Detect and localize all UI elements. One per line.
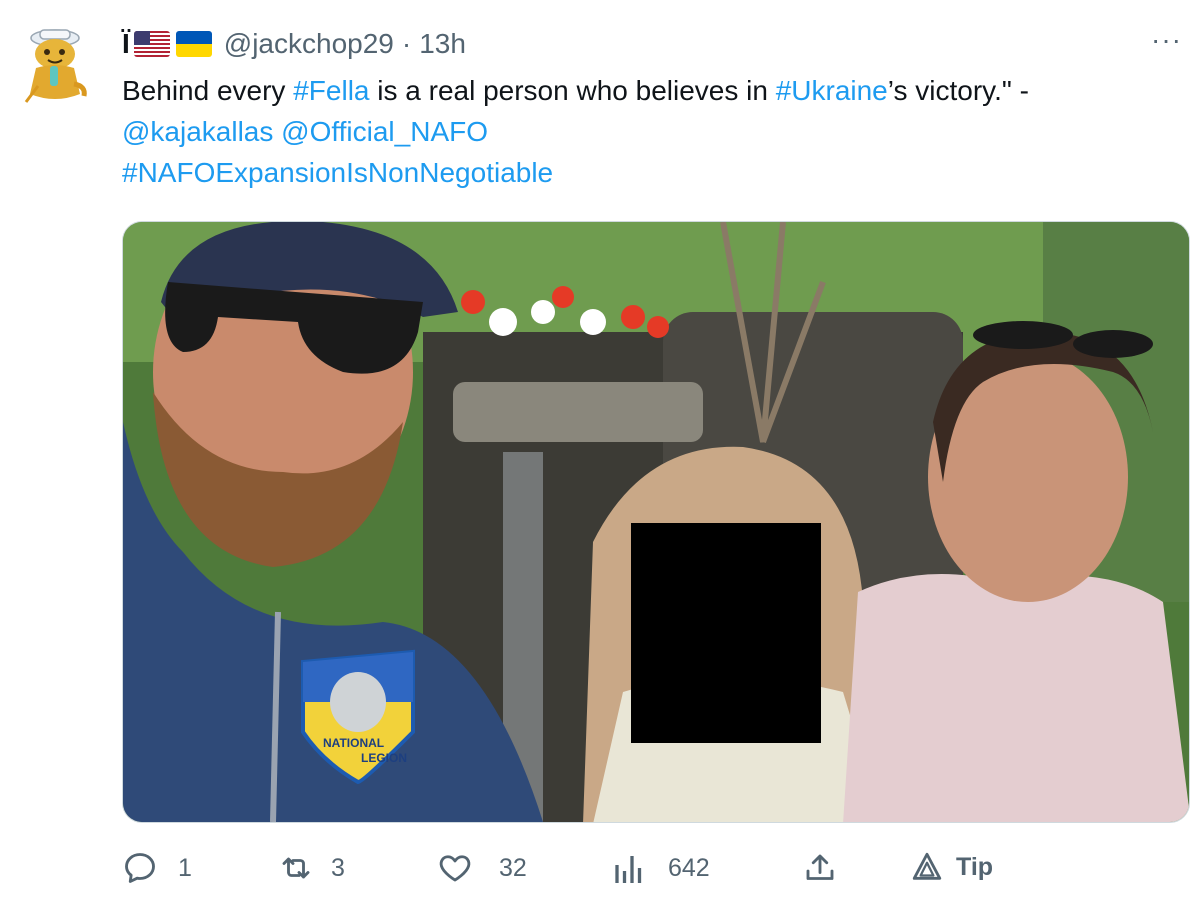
like-count: 32 bbox=[499, 853, 527, 882]
share-button[interactable] bbox=[802, 850, 838, 886]
text-segment: is a real person who believes in bbox=[369, 75, 776, 106]
hashtag-ukraine-link[interactable]: #Ukraine bbox=[776, 75, 888, 106]
text-segment: ’s victory." - bbox=[887, 75, 1029, 106]
tweet-header: Ï @jackchop29 · 13h bbox=[122, 24, 466, 64]
retweet-count: 3 bbox=[331, 853, 345, 882]
reply-count: 1 bbox=[178, 853, 192, 882]
like-button[interactable]: 32 bbox=[437, 850, 527, 886]
reply-button[interactable]: 1 bbox=[122, 850, 192, 886]
tweet[interactable]: Ï @jackchop29 · 13h ··· Behind every #Fe… bbox=[0, 0, 1200, 898]
tip-icon bbox=[912, 852, 942, 880]
views-count: 642 bbox=[668, 853, 710, 882]
more-options-button[interactable]: ··· bbox=[1151, 24, 1182, 56]
display-name[interactable]: Ï bbox=[122, 28, 130, 60]
photo-illustration: NATIONAL LEGION bbox=[123, 222, 1189, 822]
retweet-icon bbox=[282, 857, 310, 879]
mention-official-nafo-link[interactable]: @Official_NAFO bbox=[281, 116, 488, 147]
ukraine-flag-icon bbox=[175, 31, 212, 57]
avatar[interactable] bbox=[22, 24, 92, 106]
user-handle[interactable]: @jackchop29 bbox=[224, 28, 394, 60]
us-flag-icon bbox=[133, 31, 170, 57]
reply-icon bbox=[125, 853, 155, 883]
tweet-photo[interactable]: NATIONAL LEGION bbox=[122, 221, 1190, 823]
timestamp[interactable]: 13h bbox=[419, 28, 466, 60]
separator-dot: · bbox=[401, 28, 412, 59]
tweet-text: Behind every #Fella is a real person who… bbox=[122, 70, 1172, 193]
redacted-face-block bbox=[631, 523, 821, 743]
heart-icon bbox=[439, 855, 471, 882]
tip-label: Tip bbox=[956, 852, 994, 881]
text-segment: Behind every bbox=[122, 75, 294, 106]
hashtag-nafo-expansion-link[interactable]: #NAFOExpansionIsNonNegotiable bbox=[122, 157, 553, 188]
patch-text-line2: LEGION bbox=[361, 751, 407, 765]
share-icon bbox=[806, 854, 834, 880]
views-button[interactable]: 642 bbox=[614, 850, 710, 886]
hashtag-fella-link[interactable]: #Fella bbox=[293, 75, 369, 106]
retweet-button[interactable]: 3 bbox=[277, 850, 345, 886]
mention-kajakallas-link[interactable]: @kajakallas bbox=[122, 116, 273, 147]
analytics-icon bbox=[615, 856, 642, 883]
patch-text-line1: NATIONAL bbox=[323, 736, 384, 750]
tweet-actions: 1 3 32 642 Tip bbox=[122, 850, 1122, 898]
tip-button[interactable]: Tip bbox=[910, 850, 993, 884]
